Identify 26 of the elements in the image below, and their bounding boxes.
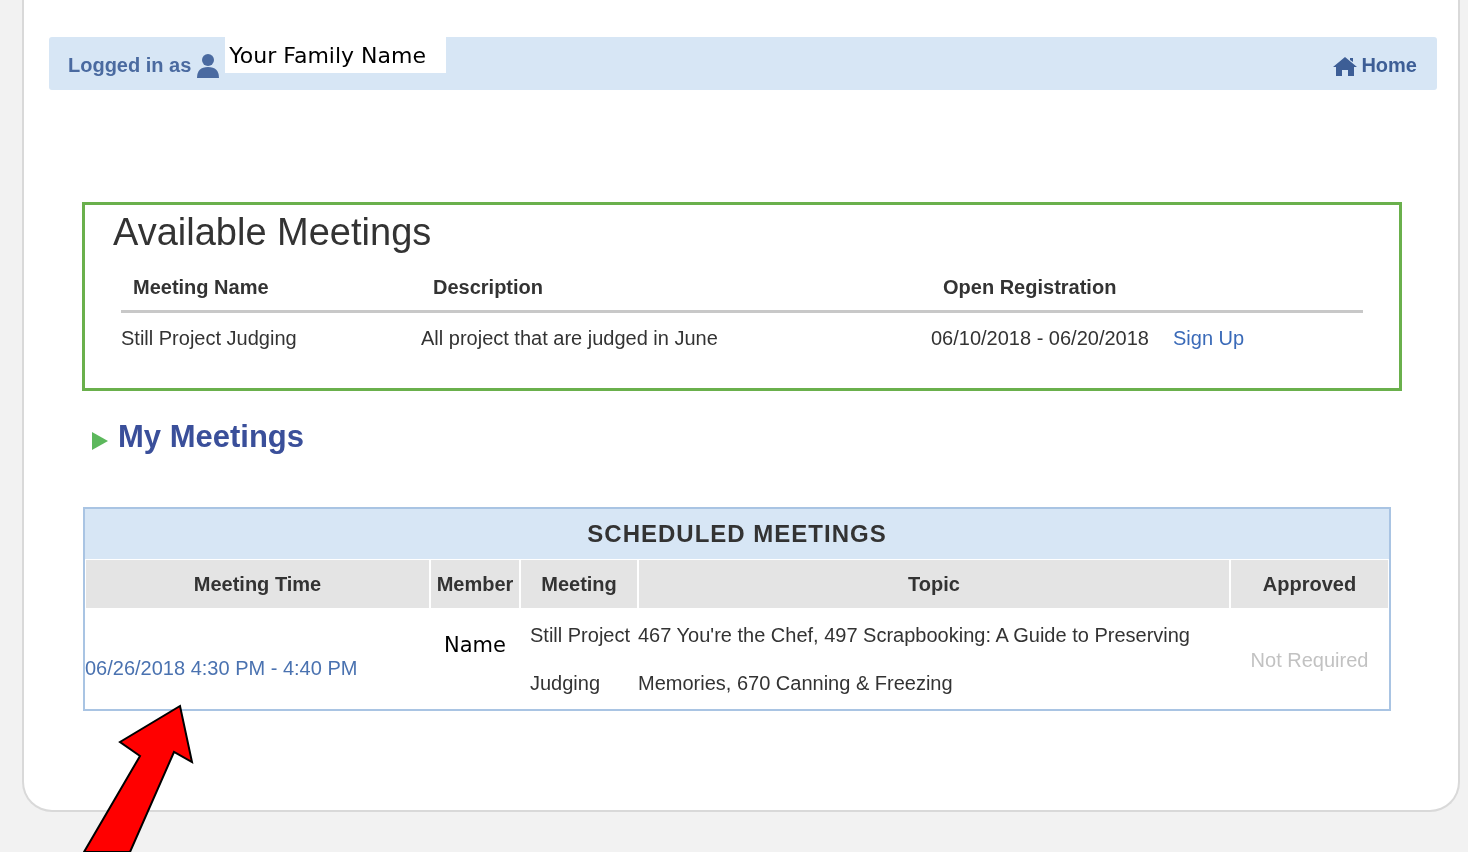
table-cell-text: Still Project Judging — [529, 623, 632, 696]
logged-in-label: Logged in as — [68, 53, 192, 77]
table-cell-text: Not Required — [1250, 648, 1369, 673]
column-header: Meeting — [520, 559, 638, 609]
table-title: SCHEDULED MEETINGS — [85, 509, 1389, 559]
expand-arrow-icon[interactable] — [92, 432, 108, 450]
column-header: Approved — [1230, 559, 1389, 609]
home-icon — [1333, 55, 1358, 76]
column-header: Meeting Name — [132, 275, 270, 299]
user-name: Your Family Name — [225, 37, 446, 73]
table-cell-text: Still Project Judging — [121, 326, 298, 350]
table-cell-text: All project that are judged in June — [421, 326, 719, 350]
sign-up-link[interactable]: Sign Up — [1172, 326, 1245, 350]
user-icon — [197, 53, 220, 78]
home-link[interactable]: Home — [1333, 50, 1417, 77]
table-cell: 06/10/2018 - 06/20/2018 — [931, 326, 1149, 350]
section-title[interactable]: My Meetings — [118, 419, 305, 455]
meeting-time-link[interactable]: 06/26/2018 4:30 PM - 4:40 PM — [85, 644, 358, 692]
column-header: Open Registration — [942, 275, 1118, 299]
column-header: Member — [430, 559, 520, 609]
panel-title: Available Meetings — [113, 211, 433, 254]
table-cell-text: Name — [444, 632, 506, 659]
column-header: Topic — [638, 559, 1230, 609]
table-cell-text: 467 You're the Chef, 497 Scrapbooking: A Guide to Preserving Memories, 670 Canning & Freezing — [638, 623, 1191, 696]
column-header: Meeting Time — [85, 559, 430, 609]
column-header: Description — [432, 275, 545, 299]
